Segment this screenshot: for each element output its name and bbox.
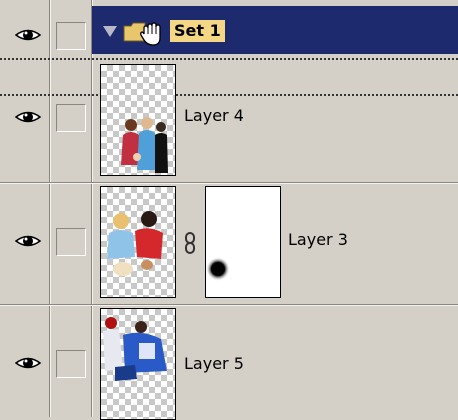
layer-name-label[interactable]: Layer 4 [184, 106, 244, 126]
chain-link-icon[interactable] [184, 232, 196, 258]
layer-row-layer-4[interactable]: Layer 4 [0, 60, 458, 182]
eye-icon[interactable] [14, 108, 42, 126]
layer-row-layer-5[interactable]: Layer 5 [0, 306, 458, 420]
link-toggle-box[interactable] [56, 104, 86, 132]
eye-icon[interactable] [14, 26, 42, 44]
link-toggle-box[interactable] [56, 22, 86, 50]
set-name-label[interactable]: Set 1 [170, 20, 225, 42]
layer-row-layer-3[interactable]: Layer 3 [0, 184, 458, 306]
link-toggle-box[interactable] [56, 350, 86, 378]
link-toggle-box[interactable] [56, 228, 86, 256]
layer-set-row[interactable]: Set 1 [0, 0, 458, 57]
layer-thumbnail[interactable] [100, 186, 176, 298]
layer-thumbnail[interactable] [100, 64, 176, 176]
layers-panel: Set 1 Layer 4 Layer 3 Layer 5 [0, 0, 458, 420]
layer-name-label[interactable]: Layer 3 [288, 230, 348, 250]
layer-name-label[interactable]: Layer 5 [184, 354, 244, 374]
eye-icon[interactable] [14, 354, 42, 372]
hand-cursor-icon [138, 20, 168, 52]
layer-thumbnail[interactable] [100, 308, 176, 420]
layer-mask-thumbnail[interactable] [205, 186, 281, 298]
eye-icon[interactable] [14, 232, 42, 250]
triangle-down-icon[interactable] [103, 26, 117, 37]
